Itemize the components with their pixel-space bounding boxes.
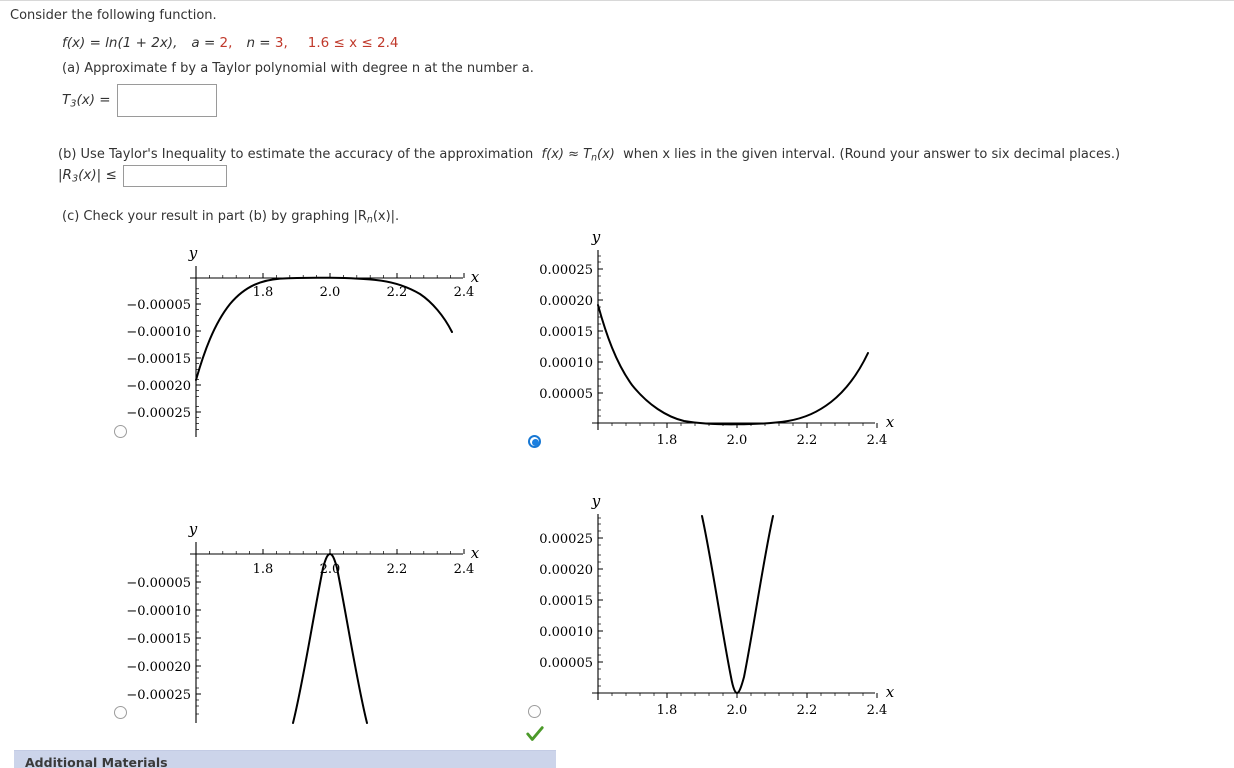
- y-major-ticks: [196, 581, 201, 695]
- graph-option-d[interactable]: y x 1.8 2.0 2.2 2.4 0.00005 0.00010 0.00…: [520, 492, 910, 741]
- function-definition: f(x) = ln(1 + 2x), a = 2, n = 3, 1.6 ≤ x ≤ …: [62, 35, 399, 51]
- t-suffix: (x) =: [76, 91, 111, 108]
- approx-suffix: (x): [597, 147, 615, 162]
- question-intro: Consider the following function.: [10, 8, 217, 23]
- y-tick-label: 0.00005: [539, 387, 593, 402]
- x-tick-label: 2.4: [454, 562, 475, 577]
- y-tick-label: 0.00020: [539, 294, 593, 309]
- y-tick-label: −0.00015: [126, 632, 191, 647]
- part-a-answer-row: T3(x) =: [62, 84, 217, 117]
- x-tick-label: 2.4: [454, 285, 475, 300]
- part-a-answer-label: T3(x) =: [62, 92, 111, 110]
- y-tick-label: −0.00025: [126, 406, 191, 421]
- y-axis-label: y: [188, 244, 198, 262]
- x-axis-label: x: [471, 544, 480, 562]
- page-top-divider: [0, 0, 1234, 1]
- part-b-instruction: (b) Use Taylor's Inequality to estimate …: [58, 147, 1120, 164]
- graph-option-b[interactable]: y x 1.8 2.0 2.2 2.4 0.00005 0.00010 0.00…: [520, 222, 910, 452]
- y-tick-label: 0.00015: [539, 594, 593, 609]
- y-tick-label: 0.00010: [539, 356, 593, 371]
- radio-option-b[interactable]: [528, 435, 541, 448]
- t-symbol: T: [62, 91, 71, 108]
- part-a-instruction: (a) Approximate f by a Taylor polynomial…: [62, 61, 534, 76]
- y-tick-label: 0.00010: [539, 625, 593, 640]
- x-tick-label: 2.2: [797, 703, 818, 718]
- curve-path: [597, 304, 869, 426]
- y-tick-label: −0.00015: [126, 352, 191, 367]
- y-axis-label: y: [591, 228, 601, 246]
- y-tick-label: 0.00020: [539, 563, 593, 578]
- correct-check-icon: [526, 726, 544, 741]
- y-major-ticks: [196, 303, 201, 413]
- part-b-approx-expr: f(x) ≈ Tn(x): [541, 147, 615, 164]
- param-n-value: 3,: [274, 35, 288, 51]
- x-tick-label: 2.2: [797, 433, 818, 448]
- graph-option-a[interactable]: y x 1.8 2.0 2.2 2.4 −0.00005 −0.00010 −0…: [108, 232, 498, 447]
- y-tick-label: 0.00005: [539, 656, 593, 671]
- x-tick-label: 2.0: [320, 285, 341, 300]
- x-tick-label: 2.4: [867, 433, 888, 448]
- param-a-value: 2,: [219, 35, 233, 51]
- r-suffix: (x)| ≤: [78, 167, 117, 184]
- y-tick-label: −0.00020: [126, 379, 191, 394]
- y-tick-label: −0.00020: [126, 660, 191, 675]
- x-tick-label: 1.8: [253, 562, 274, 577]
- x-axis-label: x: [886, 413, 895, 431]
- param-n-label: n =: [246, 35, 275, 51]
- approx-prefix: f(x) ≈ T: [541, 147, 592, 162]
- y-major-ticks: [598, 268, 603, 394]
- y-tick-label: 0.00025: [539, 532, 593, 547]
- x-tick-label: 2.0: [727, 703, 748, 718]
- radio-option-d[interactable]: [528, 705, 541, 718]
- curve-path: [292, 552, 368, 724]
- x-tick-label: 1.8: [253, 285, 274, 300]
- graph-option-c-svg: y x 1.8 2.0 2.2 2.4 −0.00005 −0.00010 −0…: [126, 520, 480, 724]
- y-tick-label: −0.00005: [126, 298, 191, 313]
- y-tick-label: −0.00010: [126, 604, 191, 619]
- y-tick-label: −0.00025: [126, 688, 191, 703]
- y-tick-label: 0.00015: [539, 325, 593, 340]
- x-axis-label: x: [471, 268, 480, 286]
- graph-option-d-svg: y x 1.8 2.0 2.2 2.4 0.00005 0.00010 0.00…: [539, 492, 895, 718]
- additional-materials-label: Additional Materials: [25, 755, 168, 768]
- x-tick-label: 1.8: [657, 703, 678, 718]
- function-expression: f(x) = ln(1 + 2x),: [62, 35, 178, 51]
- part-c-instruction: (c) Check your result in part (b) by gra…: [62, 209, 399, 226]
- graph-option-b-svg: y x 1.8 2.0 2.2 2.4 0.00005 0.00010 0.00…: [539, 228, 895, 448]
- param-a-label: a =: [191, 35, 220, 51]
- interval-range: 1.6 ≤ x ≤ 2.4: [307, 35, 399, 51]
- r-symbol: |R: [58, 167, 72, 184]
- x-tick-label: 2.4: [867, 703, 888, 718]
- graph-option-a-svg: y x 1.8 2.0 2.2 2.4 −0.00005 −0.00010 −0…: [126, 244, 480, 437]
- x-tick-label: 2.2: [387, 562, 408, 577]
- part-b-text-post: when x lies in the given interval. (Roun…: [623, 147, 1121, 162]
- x-axis-label: x: [886, 683, 895, 701]
- taylor-polynomial-input[interactable]: [116, 84, 217, 117]
- part-b-text-pre: (b) Use Taylor's Inequality to estimate …: [58, 147, 534, 162]
- radio-option-a[interactable]: [114, 425, 127, 438]
- part-c-text-pre: (c) Check your result in part (b) by gra…: [62, 209, 367, 224]
- y-major-ticks: [598, 537, 603, 663]
- y-tick-label: 0.00025: [539, 263, 593, 278]
- x-tick-label: 1.8: [657, 433, 678, 448]
- graph-option-c[interactable]: y x 1.8 2.0 2.2 2.4 −0.00005 −0.00010 −0…: [108, 508, 498, 740]
- curve-path: [701, 515, 774, 695]
- radio-option-c[interactable]: [114, 706, 127, 719]
- y-tick-label: −0.00005: [126, 576, 191, 591]
- part-b-answer-label: |R3(x)| ≤: [58, 167, 117, 185]
- part-b-answer-row: |R3(x)| ≤: [58, 165, 227, 187]
- y-tick-label: −0.00010: [126, 325, 191, 340]
- remainder-bound-input[interactable]: [122, 165, 227, 187]
- y-axis-label: y: [591, 492, 601, 510]
- y-axis-label: y: [188, 520, 198, 538]
- x-tick-label: 2.0: [727, 433, 748, 448]
- part-c-text-post: (x)|.: [372, 209, 400, 224]
